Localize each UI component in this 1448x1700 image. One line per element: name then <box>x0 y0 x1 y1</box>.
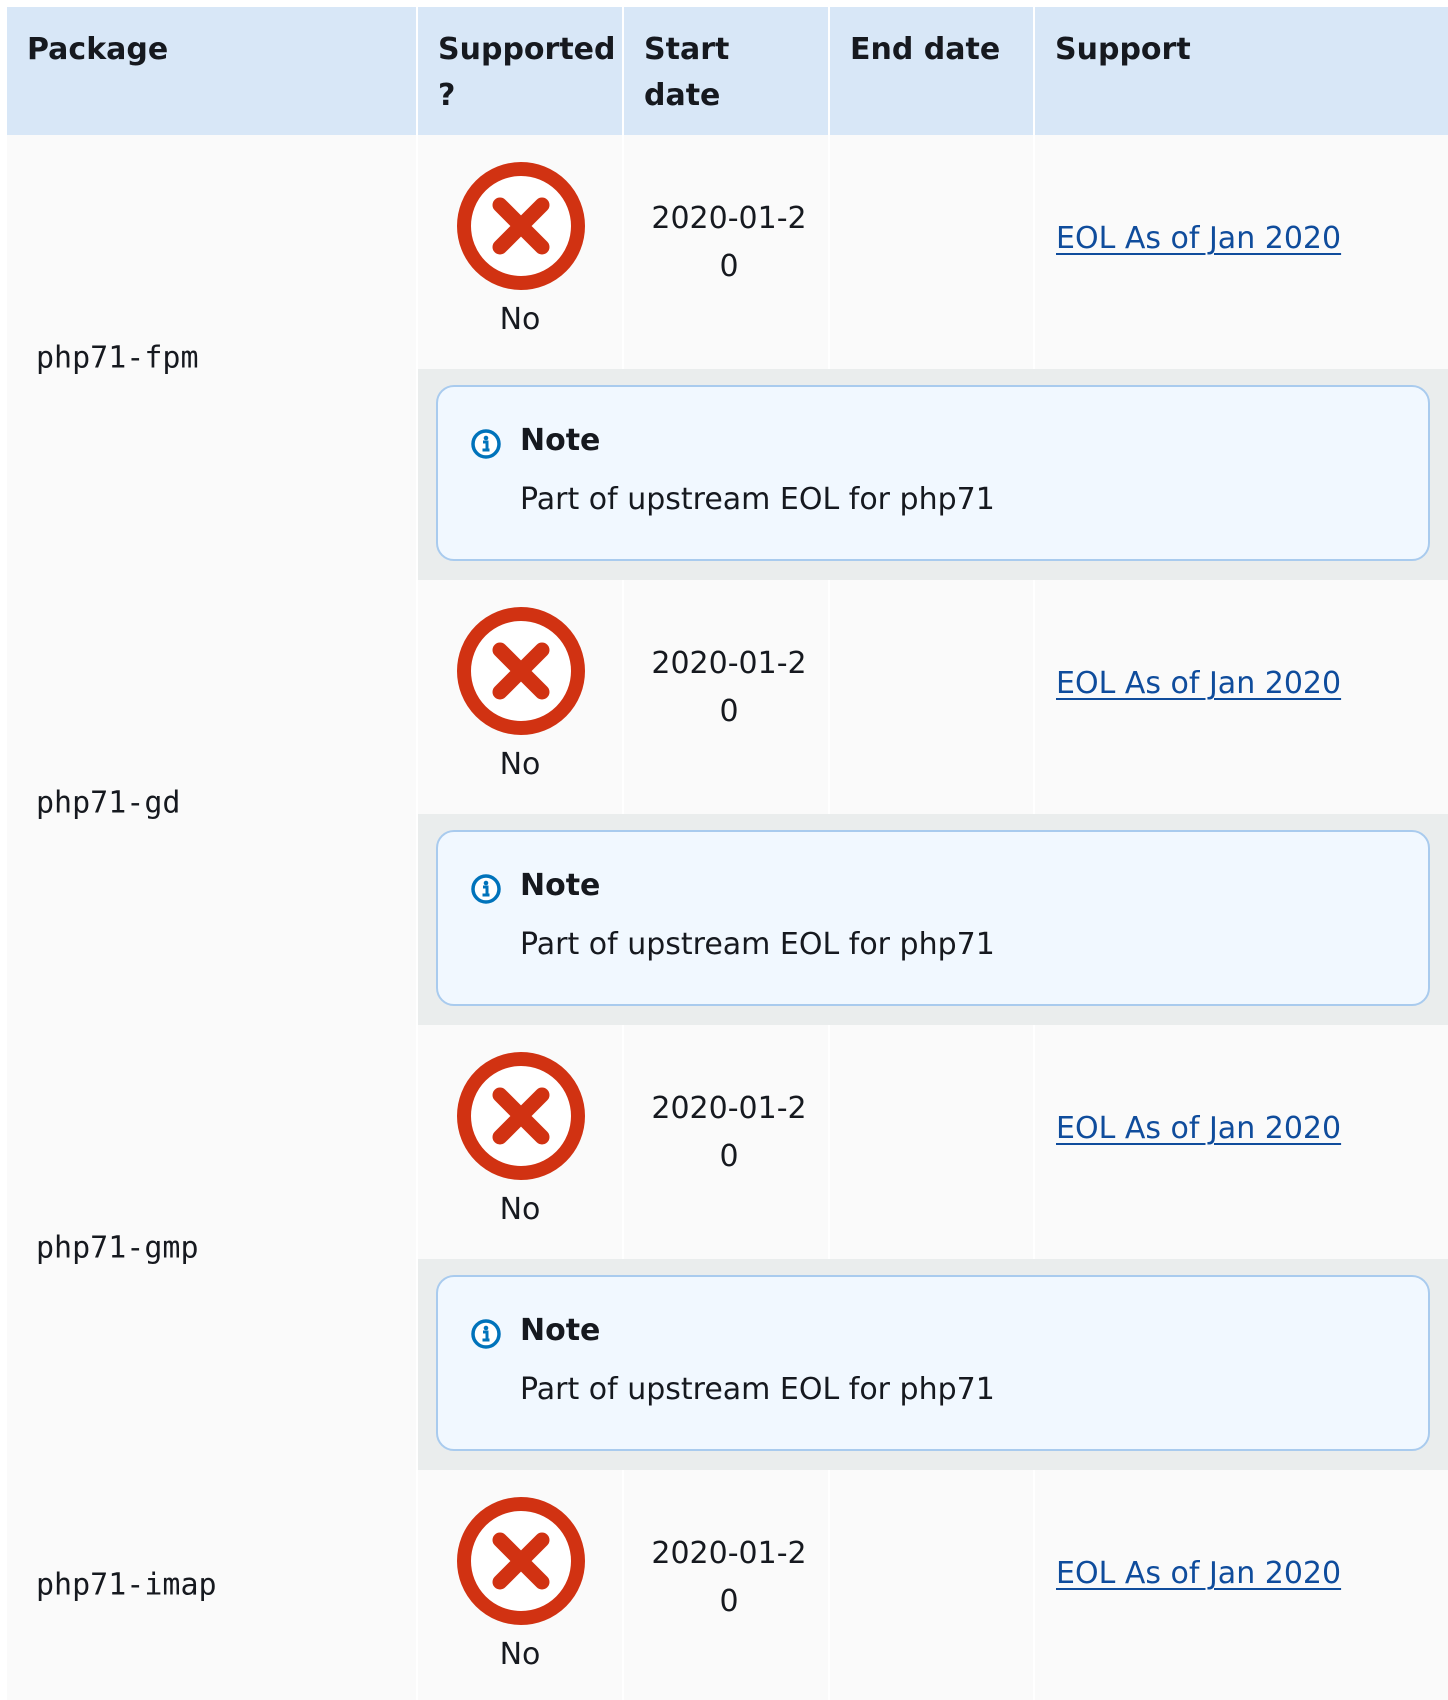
info-icon <box>471 874 501 904</box>
supported-value: No <box>499 302 541 337</box>
start-date-cell: 2020-01-20 <box>624 1470 830 1700</box>
package-support-table: Package Supported ? Start date End date … <box>7 7 1448 1700</box>
package-name: php71-fpm <box>36 340 199 375</box>
support-cell: EOL As of Jan 2020 <box>1035 135 1448 369</box>
start-date: 2020-01-20 <box>651 646 807 729</box>
note-box: Note Part of upstream EOL for php71 <box>436 1275 1430 1451</box>
end-date-cell <box>830 135 1035 369</box>
package-cell: php71-gmp <box>7 1025 418 1470</box>
start-date-cell: 2020-01-20 <box>624 135 830 369</box>
x-circle-icon <box>457 1052 585 1180</box>
note-text: Part of upstream EOL for php71 <box>520 482 995 517</box>
note-box: Note Part of upstream EOL for php71 <box>436 385 1430 561</box>
support-cell: EOL As of Jan 2020 <box>1035 580 1448 814</box>
package-cell: php71-imap <box>7 1470 418 1700</box>
x-circle-icon <box>457 1497 585 1625</box>
supported-value: No <box>499 1637 541 1672</box>
start-date-cell: 2020-01-20 <box>624 580 830 814</box>
start-date: 2020-01-20 <box>651 1091 807 1174</box>
header-start-date: Start date <box>624 7 830 135</box>
note-cell: Note Part of upstream EOL for php71 <box>418 369 1448 580</box>
supported-value: No <box>499 1192 541 1227</box>
package-name: php71-imap <box>36 1567 217 1603</box>
eol-link[interactable]: EOL As of Jan 2020 <box>1056 666 1341 701</box>
supported-cell: No <box>418 1470 624 1700</box>
eol-link[interactable]: EOL As of Jan 2020 <box>1056 1111 1341 1146</box>
eol-link[interactable]: EOL As of Jan 2020 <box>1056 1556 1341 1591</box>
package-name: php71-gd <box>36 785 181 820</box>
note-cell: Note Part of upstream EOL for php71 <box>418 814 1448 1025</box>
note-text: Part of upstream EOL for php71 <box>520 927 995 962</box>
end-date-cell <box>830 580 1035 814</box>
header-end-date: End date <box>830 7 1035 135</box>
supported-cell: No <box>418 135 624 369</box>
package-cell: php71-fpm <box>7 135 418 580</box>
start-date-cell: 2020-01-20 <box>624 1025 830 1259</box>
info-icon <box>471 429 501 459</box>
supported-cell: No <box>418 580 624 814</box>
support-cell: EOL As of Jan 2020 <box>1035 1470 1448 1700</box>
end-date-cell <box>830 1470 1035 1700</box>
table-row: php71-imap No 2020-01-20 EOL As of Jan 2… <box>7 1470 1448 1700</box>
table-header-row: Package Supported ? Start date End date … <box>7 7 1448 135</box>
table-row: php71-fpm No 2020-01-20 EOL As of Jan 20… <box>7 135 1448 580</box>
header-package: Package <box>7 7 418 135</box>
supported-cell: No <box>418 1025 624 1259</box>
end-date-cell <box>830 1025 1035 1259</box>
table-row: php71-gmp No 2020-01-20 EOL As of Jan 20… <box>7 1025 1448 1470</box>
note-cell: Note Part of upstream EOL for php71 <box>418 1259 1448 1470</box>
start-date: 2020-01-20 <box>651 201 807 284</box>
x-circle-icon <box>457 162 585 290</box>
header-support: Support <box>1055 32 1191 67</box>
package-name: php71-gmp <box>36 1230 199 1265</box>
note-title: Note <box>520 868 601 903</box>
info-icon <box>471 1319 501 1349</box>
note-title: Note <box>520 1313 601 1348</box>
note-box: Note Part of upstream EOL for php71 <box>436 830 1430 1006</box>
package-cell: php71-gd <box>7 580 418 1025</box>
eol-link[interactable]: EOL As of Jan 2020 <box>1056 221 1341 256</box>
support-cell: EOL As of Jan 2020 <box>1035 1025 1448 1259</box>
note-title: Note <box>520 423 601 458</box>
header-supported: Supported ? <box>418 7 624 135</box>
start-date: 2020-01-20 <box>651 1536 807 1619</box>
x-circle-icon <box>457 607 585 735</box>
table-row: php71-gd No 2020-01-20 EOL As of Jan 202… <box>7 580 1448 1025</box>
note-text: Part of upstream EOL for php71 <box>520 1372 995 1407</box>
supported-value: No <box>499 747 541 782</box>
